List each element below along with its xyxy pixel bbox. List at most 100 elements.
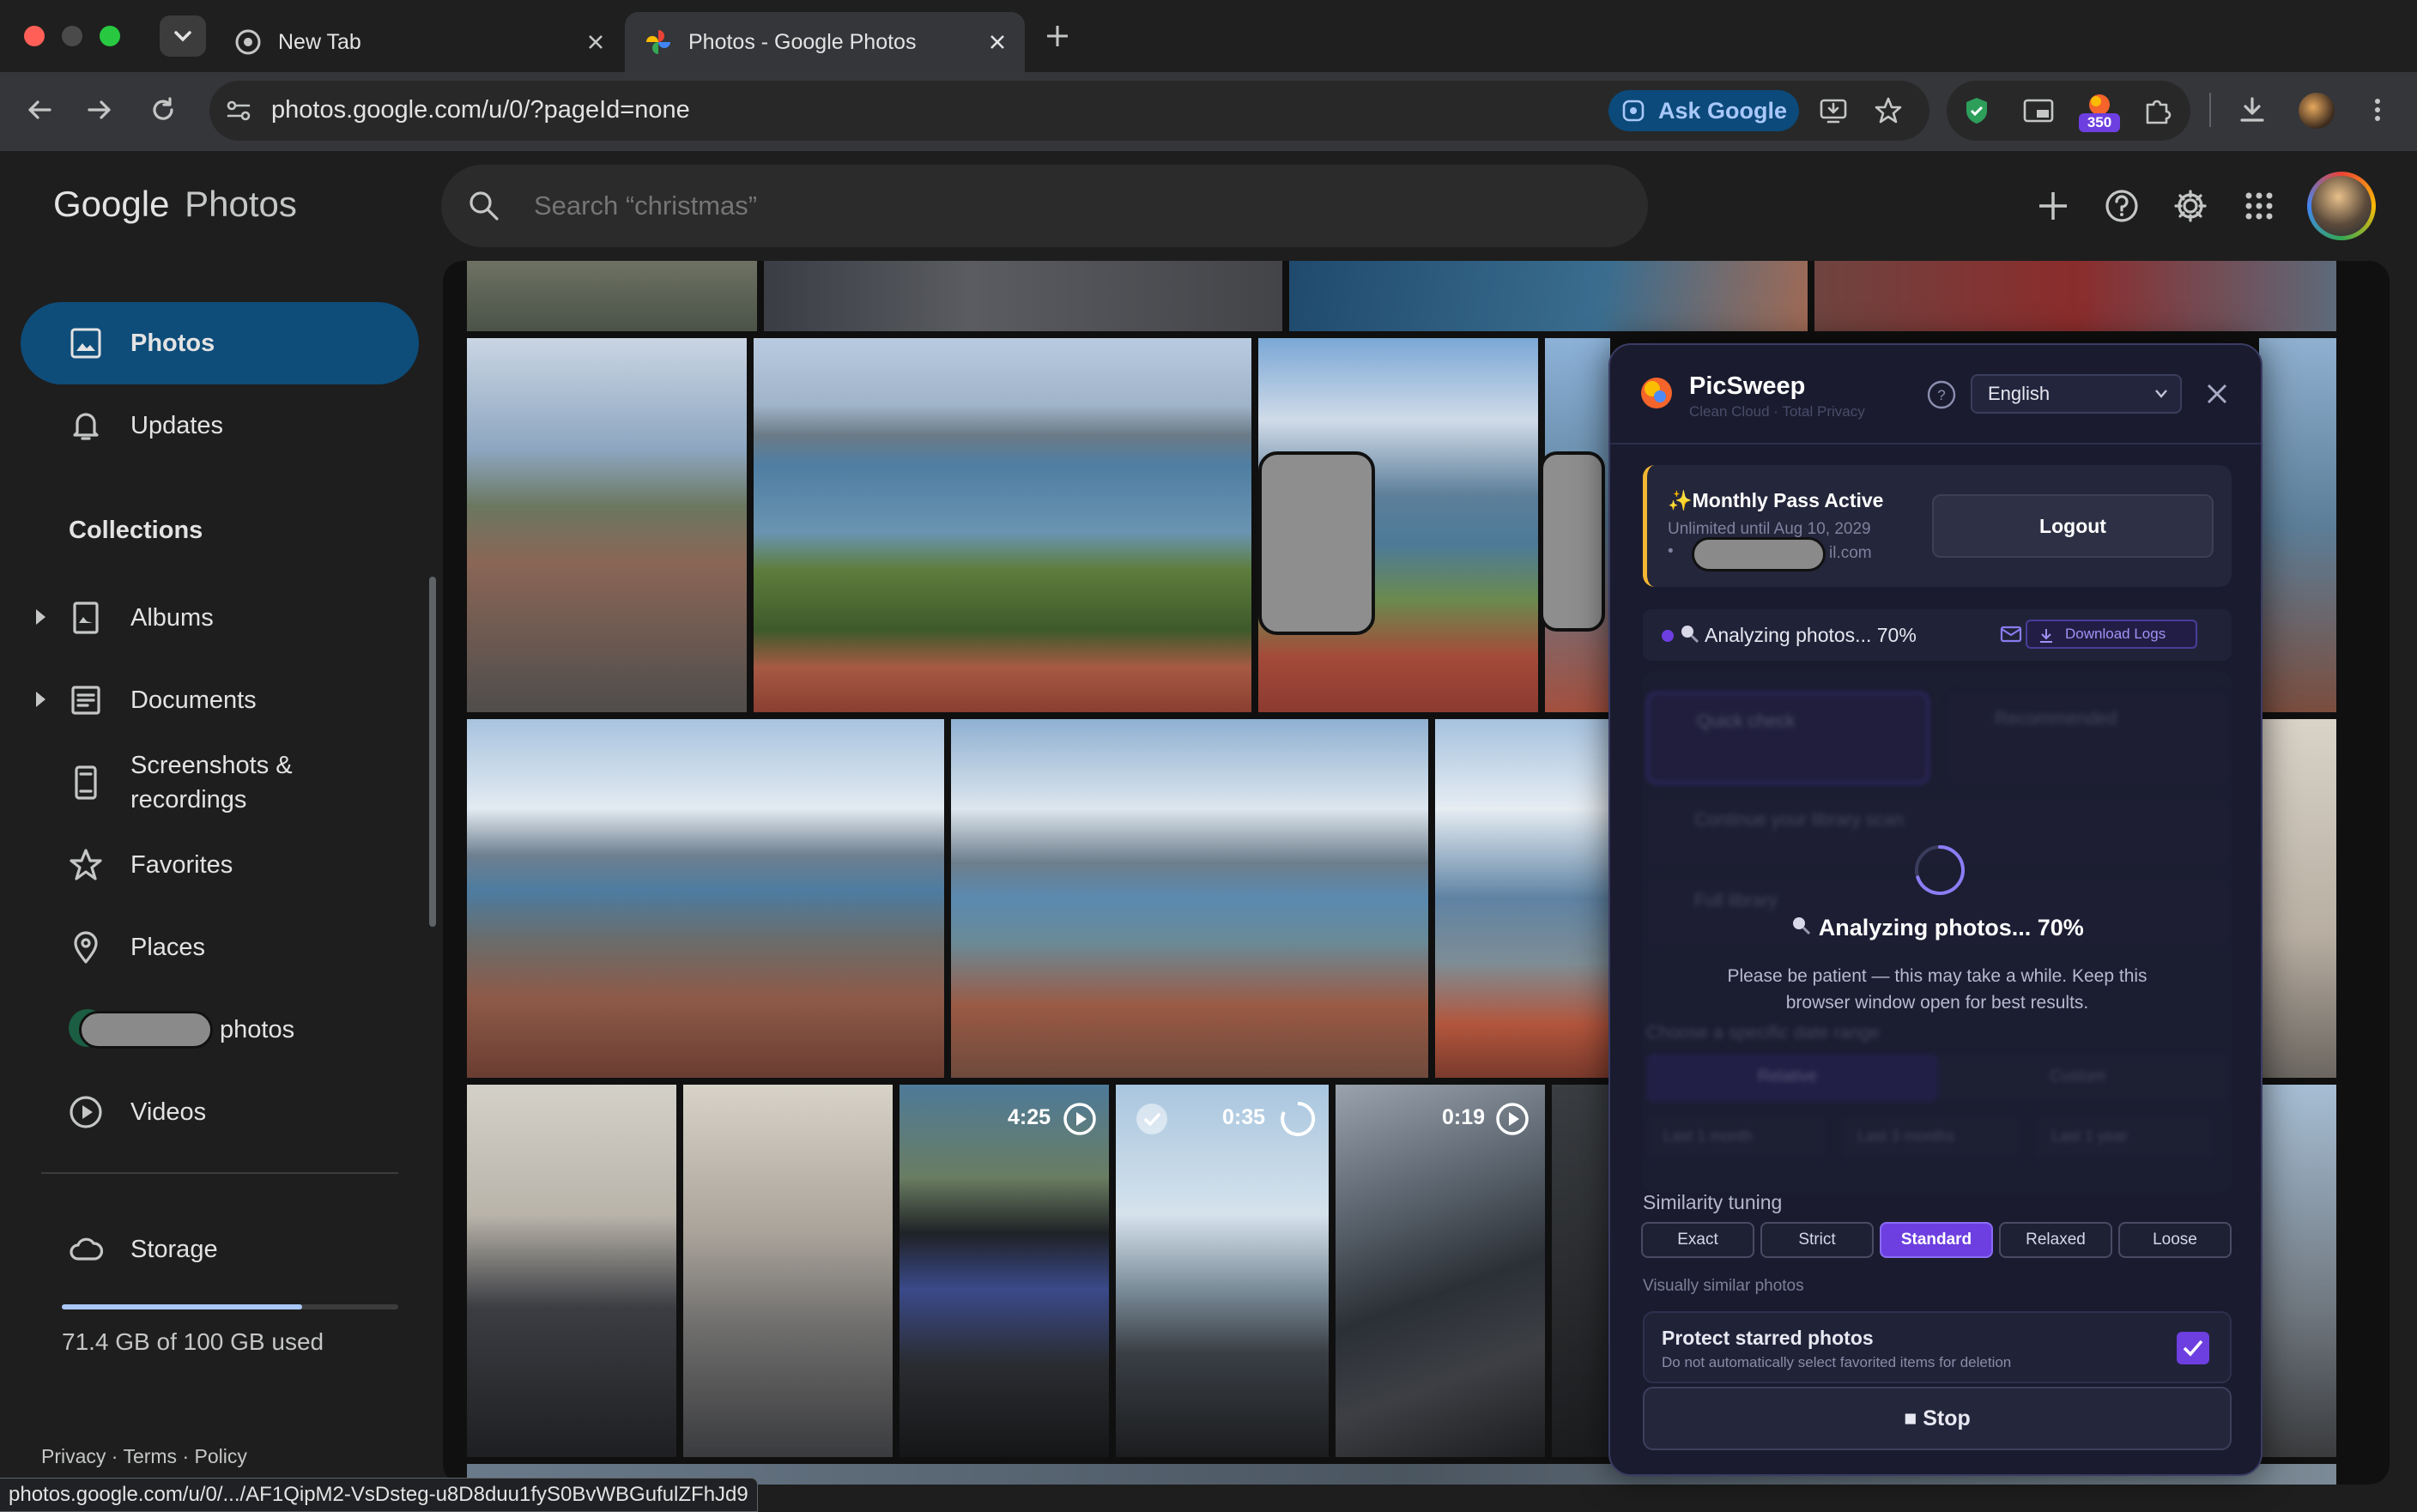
minimize-window-button[interactable]: [62, 26, 82, 46]
sidebar-item-videos[interactable]: Videos: [21, 1071, 419, 1153]
photo-thumbnail[interactable]: [1814, 261, 2336, 331]
url-text[interactable]: photos.google.com/u/0/?pageId=none: [271, 96, 690, 124]
photo-thumbnail[interactable]: [683, 1085, 893, 1457]
similarity-option-standard[interactable]: Standard: [1880, 1222, 1993, 1258]
protect-subtitle: Do not automatically select favorited it…: [1662, 1354, 2012, 1370]
photo-thumbnail[interactable]: [2259, 719, 2336, 1078]
more-menu-icon[interactable]: [2367, 94, 2388, 125]
sidebar-item-people[interactable]: photos: [21, 989, 419, 1071]
photo-thumbnail[interactable]: [2259, 1085, 2336, 1457]
privacy-link[interactable]: Privacy: [41, 1445, 106, 1467]
photo-thumbnail[interactable]: [1289, 261, 1808, 331]
sidebar-scrollbar[interactable]: [429, 577, 436, 927]
sidebar-item-albums[interactable]: Albums: [21, 577, 419, 659]
apps-grid-icon[interactable]: [2242, 189, 2276, 223]
download-logs-button[interactable]: Download Logs: [2026, 620, 2197, 649]
protect-checkbox[interactable]: [2177, 1332, 2209, 1364]
mail-icon[interactable]: [2000, 625, 2022, 644]
ask-google-button[interactable]: Ask Google: [1608, 90, 1799, 131]
tab-search-button[interactable]: [160, 15, 206, 57]
scan-options-area: Quick check Recommended Continue your li…: [1643, 671, 2232, 1193]
progress-title: Analyzing photos... 70%: [1643, 915, 2232, 941]
sidebar-item-favorites[interactable]: Favorites: [21, 824, 419, 906]
magnifier-icon: [1681, 626, 1699, 644]
profile-avatar[interactable]: [2299, 93, 2335, 129]
close-tab-icon[interactable]: [989, 33, 1006, 51]
logout-button[interactable]: Logout: [1932, 494, 2214, 558]
address-bar[interactable]: photos.google.com/u/0/?pageId=none Ask G…: [209, 81, 1929, 141]
picsweep-panel: PicSweep Clean Cloud · Total Privacy ? E…: [1608, 343, 2263, 1476]
sidebar-item-updates[interactable]: Updates: [21, 384, 419, 467]
sidebar-item-photos[interactable]: Photos: [21, 302, 419, 384]
maximize-window-button[interactable]: [100, 26, 120, 46]
loading-spinner-icon: [1281, 1101, 1316, 1136]
terms-link[interactable]: Terms: [123, 1445, 177, 1467]
similarity-option-exact[interactable]: Exact: [1641, 1222, 1754, 1258]
sidebar-item-screenshots[interactable]: Screenshots & recordings: [21, 741, 419, 824]
close-icon[interactable]: [2204, 381, 2230, 407]
sidebar-item-places[interactable]: Places: [21, 906, 419, 989]
account-avatar[interactable]: [2307, 172, 2376, 240]
play-circle-icon: [1063, 1103, 1096, 1135]
back-icon[interactable]: [24, 94, 55, 125]
site-settings-icon[interactable]: [223, 95, 254, 126]
reload-icon[interactable]: [148, 94, 179, 125]
photo-thumbnail[interactable]: [467, 338, 747, 712]
extensions-puzzle-icon[interactable]: [2141, 94, 2173, 127]
close-window-button[interactable]: [24, 26, 45, 46]
stop-button[interactable]: ■ Stop: [1643, 1387, 2232, 1450]
chevron-down-icon: [2155, 390, 2167, 398]
search-box[interactable]: [441, 165, 1648, 247]
tab-new-tab[interactable]: New Tab: [215, 12, 621, 72]
photo-thumbnail[interactable]: [754, 338, 1251, 712]
photo-thumbnail[interactable]: [764, 261, 1282, 331]
pass-bullet: •: [1668, 542, 1674, 560]
language-select[interactable]: English: [1971, 374, 2182, 414]
forward-icon[interactable]: [84, 94, 115, 125]
picture-in-picture-icon[interactable]: [2022, 96, 2055, 125]
sidebar-item-label: Storage: [130, 1235, 218, 1263]
create-plus-icon[interactable]: [2036, 189, 2070, 223]
close-tab-icon[interactable]: [587, 33, 604, 51]
policy-link[interactable]: Policy: [195, 1445, 247, 1467]
photo-thumbnail[interactable]: [2259, 338, 2336, 712]
redacted-face: [1540, 451, 1605, 632]
search-input[interactable]: [534, 185, 1478, 227]
similarity-option-strict[interactable]: Strict: [1760, 1222, 1874, 1258]
settings-gear-icon[interactable]: [2173, 189, 2208, 223]
sidebar-item-documents[interactable]: Documents: [21, 659, 419, 741]
new-tab-icon[interactable]: [1044, 22, 1071, 50]
video-thumbnail[interactable]: 0:19: [1336, 1085, 1545, 1457]
help-icon[interactable]: [2105, 189, 2139, 223]
similarity-option-loose[interactable]: Loose: [2118, 1222, 2232, 1258]
google-photos-logo[interactable]: Google Photos: [53, 184, 297, 225]
progress-note: Please be patient — this may take a whil…: [1643, 963, 2232, 1016]
install-app-icon[interactable]: [1818, 95, 1849, 126]
collections-heading: Collections: [69, 517, 203, 544]
photo-thumbnail[interactable]: [951, 719, 1428, 1078]
chevron-down-icon: [174, 31, 191, 42]
video-duration: 4:25: [1008, 1105, 1051, 1129]
logo-google-text: Google: [53, 184, 170, 224]
photo-thumbnail[interactable]: [1552, 1085, 1610, 1457]
browser-tab-strip: New Tab Photos - Google Photos: [0, 0, 2417, 72]
location-pin-icon: [74, 931, 98, 964]
bell-icon: [73, 413, 99, 440]
bookmark-star-icon[interactable]: [1873, 95, 1904, 126]
download-icon[interactable]: [2237, 94, 2268, 125]
photo-thumbnail[interactable]: [1435, 719, 1610, 1078]
pass-subtitle: Unlimited until Aug 10, 2029: [1668, 520, 1871, 538]
similarity-option-relaxed[interactable]: Relaxed: [1999, 1222, 2112, 1258]
picsweep-extension-button[interactable]: 350: [2077, 89, 2122, 132]
select-check-icon[interactable]: [1135, 1102, 1169, 1136]
photo-thumbnail[interactable]: [467, 261, 757, 331]
help-icon[interactable]: ?: [1926, 379, 1957, 410]
tab-google-photos[interactable]: Photos - Google Photos: [625, 12, 1025, 72]
video-thumbnail[interactable]: 0:35: [1116, 1085, 1329, 1457]
shield-extension-icon[interactable]: [1960, 94, 1993, 127]
checkmark-icon: [2183, 1340, 2203, 1357]
photo-thumbnail[interactable]: [467, 1085, 676, 1457]
video-thumbnail[interactable]: 4:25: [900, 1085, 1109, 1457]
sidebar-item-storage[interactable]: Storage: [21, 1208, 419, 1291]
photo-thumbnail[interactable]: [467, 719, 944, 1078]
